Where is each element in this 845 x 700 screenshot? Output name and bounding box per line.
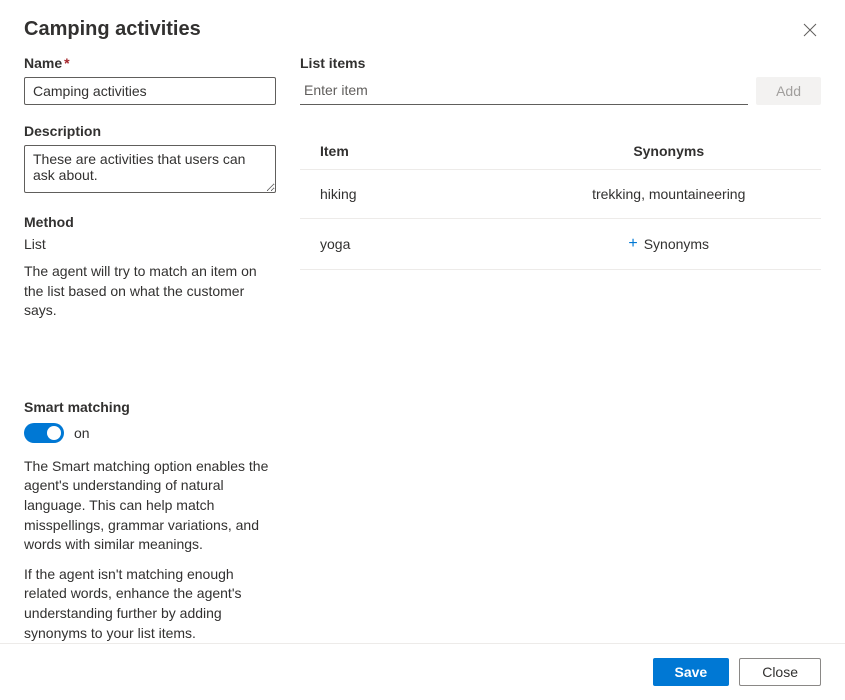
add-button[interactable]: Add: [756, 77, 821, 105]
smart-matching-state: on: [74, 425, 90, 441]
right-column: List items Add Item Synonyms hiking trek…: [300, 51, 821, 643]
dialog-header: Camping activities: [0, 0, 845, 51]
synonyms-text: trekking, mountaineering: [592, 186, 745, 202]
name-label-text: Name: [24, 55, 62, 71]
header-item: Item: [320, 143, 536, 159]
enter-item-row: Add: [300, 77, 821, 105]
smart-matching-label: Smart matching: [24, 399, 276, 415]
toggle-knob: [47, 426, 61, 440]
required-asterisk: *: [64, 55, 69, 71]
list-items-label: List items: [300, 55, 821, 71]
dialog-content: Name* Description Method List The agent …: [0, 51, 845, 643]
method-help-text: The agent will try to match an item on t…: [24, 262, 276, 321]
smart-matching-help-2: If the agent isn't matching enough relat…: [24, 565, 276, 643]
header-synonyms: Synonyms: [536, 143, 801, 159]
method-value: List: [24, 236, 276, 252]
description-textarea[interactable]: [24, 145, 276, 193]
synonyms-placeholder: Synonyms: [644, 236, 709, 252]
table-row[interactable]: hiking trekking, mountaineering: [300, 170, 821, 219]
save-button[interactable]: Save: [653, 658, 730, 686]
smart-matching-toggle[interactable]: [24, 423, 64, 443]
dialog-footer: Save Close: [0, 643, 845, 700]
smart-matching-help-1: The Smart matching option enables the ag…: [24, 457, 276, 555]
synonyms-cell[interactable]: trekking, mountaineering: [536, 186, 801, 202]
table-row[interactable]: yoga + Synonyms: [300, 219, 821, 270]
close-icon: [803, 23, 817, 37]
list-items-table: Item Synonyms hiking trekking, mountaine…: [300, 133, 821, 270]
smart-matching-toggle-row: on: [24, 423, 276, 443]
left-column: Name* Description Method List The agent …: [24, 51, 276, 643]
close-icon-button[interactable]: [799, 19, 821, 41]
close-button[interactable]: Close: [739, 658, 821, 686]
entity-dialog: Camping activities Name* Description Met…: [0, 0, 845, 700]
name-input[interactable]: [24, 77, 276, 105]
description-label: Description: [24, 123, 276, 139]
plus-icon: +: [628, 235, 637, 253]
dialog-title: Camping activities: [24, 18, 201, 41]
name-label: Name*: [24, 55, 276, 71]
smart-matching-section: Smart matching on The Smart matching opt…: [24, 399, 276, 643]
synonyms-cell[interactable]: + Synonyms: [536, 235, 801, 253]
item-cell: yoga: [320, 236, 536, 252]
method-label: Method: [24, 214, 276, 230]
enter-item-input[interactable]: [300, 77, 748, 105]
table-header: Item Synonyms: [300, 133, 821, 170]
item-cell: hiking: [320, 186, 536, 202]
